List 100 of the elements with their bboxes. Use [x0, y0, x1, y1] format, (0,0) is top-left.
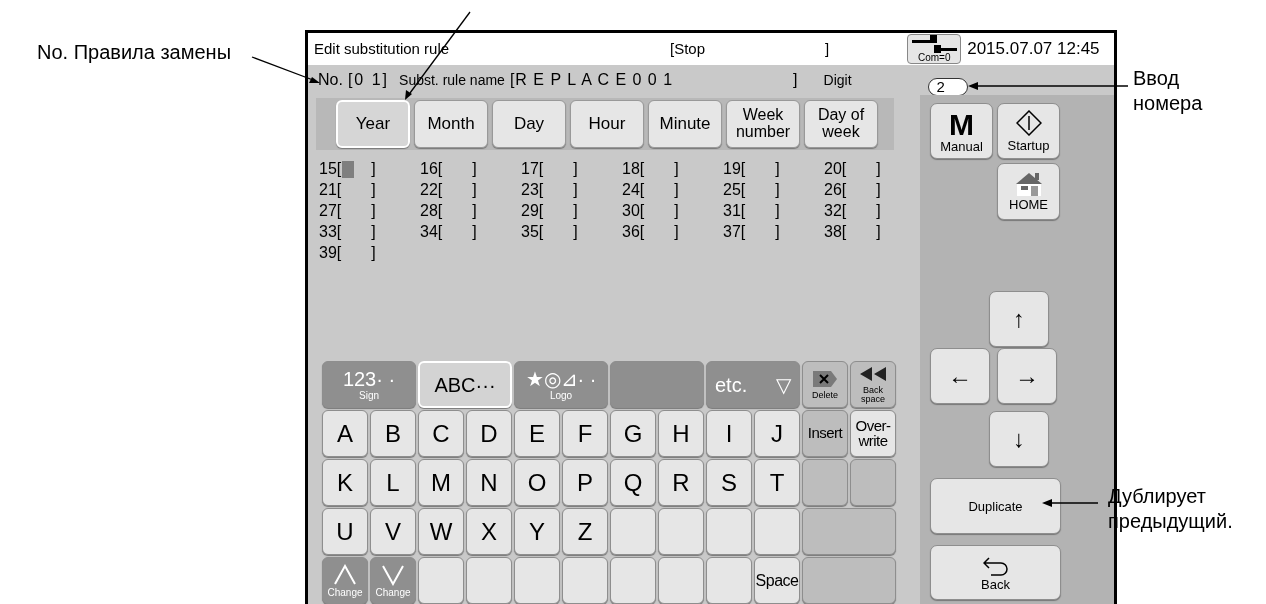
blank-key[interactable]	[802, 508, 896, 555]
code-entry-field[interactable]: 37[ ]	[723, 221, 780, 242]
date-tab[interactable]: Hour	[570, 100, 644, 148]
com-button[interactable]: Com=0	[907, 34, 962, 64]
key[interactable]: K	[322, 459, 368, 506]
code-entry-field[interactable]: 29[ ]	[521, 200, 578, 221]
code-entry-field[interactable]: 31[ ]	[723, 200, 780, 221]
space-key[interactable]: Space	[754, 557, 800, 604]
key[interactable]: X	[466, 508, 512, 555]
key[interactable]: L	[370, 459, 416, 506]
key[interactable]: E	[514, 410, 560, 457]
key[interactable]: N	[466, 459, 512, 506]
blank-key[interactable]	[610, 508, 656, 555]
duplicate-button[interactable]: Duplicate	[930, 478, 1061, 534]
code-entry-field[interactable]: 30[ ]	[622, 200, 679, 221]
key[interactable]: W	[418, 508, 464, 555]
code-entry-field[interactable]: 33[ ]	[319, 221, 376, 242]
text-cursor	[342, 160, 355, 178]
key[interactable]: U	[322, 508, 368, 555]
code-entry-field[interactable]: 15[ ]	[319, 158, 376, 179]
key[interactable]: Z	[562, 508, 608, 555]
code-entry-field[interactable]: 32[ ]	[824, 200, 881, 221]
blank-key[interactable]	[562, 557, 608, 604]
key[interactable]: C	[418, 410, 464, 457]
key[interactable]: Y	[514, 508, 560, 555]
up-arrow-button[interactable]: ↑	[989, 291, 1049, 347]
blank-key[interactable]	[658, 557, 704, 604]
key[interactable]: I	[706, 410, 752, 457]
mode-key[interactable]: Over-write	[850, 410, 896, 457]
left-arrow-button[interactable]: ←	[930, 348, 990, 404]
code-entry-field[interactable]: 35[ ]	[521, 221, 578, 242]
category-tab[interactable]: ABC···	[418, 361, 512, 408]
delete-icon	[811, 369, 839, 388]
code-entry-field[interactable]: 20[ ]	[824, 158, 881, 179]
key[interactable]: Q	[610, 459, 656, 506]
code-entry-field[interactable]: 17[ ]	[521, 158, 578, 179]
blank-key[interactable]	[706, 557, 752, 604]
key[interactable]: V	[370, 508, 416, 555]
number-label: No.	[318, 70, 343, 90]
blank-key[interactable]	[754, 508, 800, 555]
code-entry-field[interactable]: 26[ ]	[824, 179, 881, 200]
home-button[interactable]: HOME	[997, 163, 1060, 220]
digit-field[interactable]: 2	[927, 78, 968, 96]
key[interactable]: M	[418, 459, 464, 506]
backspace-key[interactable]: Back space	[850, 361, 896, 408]
key[interactable]: B	[370, 410, 416, 457]
blank-key[interactable]	[466, 557, 512, 604]
blank-key[interactable]	[658, 508, 704, 555]
code-entry-field[interactable]: 39[ ]	[319, 242, 376, 263]
annotation-text: Ввод номера	[1133, 66, 1204, 116]
date-time: 2015.07.07 12:45	[967, 38, 1100, 61]
startup-button[interactable]: Startup	[997, 103, 1060, 159]
right-arrow-button[interactable]: →	[997, 348, 1057, 404]
key[interactable]: J	[754, 410, 800, 457]
key[interactable]: H	[658, 410, 704, 457]
blank-key[interactable]	[514, 557, 560, 604]
caret-up-icon	[333, 563, 357, 586]
code-entry-field[interactable]: 38[ ]	[824, 221, 881, 242]
key[interactable]: A	[322, 410, 368, 457]
code-entry-field[interactable]: 34[ ]	[420, 221, 477, 242]
code-entry-field[interactable]: 24[ ]	[622, 179, 679, 200]
key[interactable]: R	[658, 459, 704, 506]
connection-icon	[911, 35, 957, 53]
blank-key[interactable]	[610, 557, 656, 604]
code-entry-field[interactable]: 21[ ]	[319, 179, 376, 200]
date-tab[interactable]: Week number	[726, 100, 800, 148]
code-entry-field[interactable]: 23[ ]	[521, 179, 578, 200]
code-entry-field[interactable]: 18[ ]	[622, 158, 679, 179]
code-entry-field[interactable]: 25[ ]	[723, 179, 780, 200]
blank-key[interactable]	[418, 557, 464, 604]
code-entry-field[interactable]: 27[ ]	[319, 200, 376, 221]
status-bracket: ]	[825, 38, 830, 59]
blank-key[interactable]	[706, 508, 752, 555]
key[interactable]: D	[466, 410, 512, 457]
manual-button[interactable]: M Manual	[930, 103, 993, 159]
mode-key[interactable]: Insert	[802, 410, 848, 457]
blank-key[interactable]	[802, 557, 896, 604]
code-entry-field[interactable]: 22[ ]	[420, 179, 477, 200]
blank-key[interactable]	[802, 459, 848, 506]
key[interactable]: G	[610, 410, 656, 457]
code-entry-field[interactable]: 16[ ]	[420, 158, 477, 179]
delete-key[interactable]: Delete	[802, 361, 848, 408]
code-entry-field[interactable]: 19[ ]	[723, 158, 780, 179]
key[interactable]: S	[706, 459, 752, 506]
rule-name-bracket: ]	[793, 70, 798, 90]
blank-key[interactable]	[850, 459, 896, 506]
house-icon	[1015, 172, 1042, 196]
key[interactable]: F	[562, 410, 608, 457]
key[interactable]: T	[754, 459, 800, 506]
code-entry-field[interactable]: 36[ ]	[622, 221, 679, 242]
date-tab[interactable]: Day	[492, 100, 566, 148]
code-entry-field[interactable]: 28[ ]	[420, 200, 477, 221]
back-button[interactable]: Back	[930, 545, 1061, 600]
down-arrow-button[interactable]: ↓	[989, 411, 1049, 467]
key[interactable]: P	[562, 459, 608, 506]
date-tab[interactable]: Minute	[648, 100, 722, 148]
date-tab[interactable]: Year	[336, 100, 410, 148]
date-tab[interactable]: Month	[414, 100, 488, 148]
date-tab[interactable]: Day of week	[804, 100, 878, 148]
key[interactable]: O	[514, 459, 560, 506]
